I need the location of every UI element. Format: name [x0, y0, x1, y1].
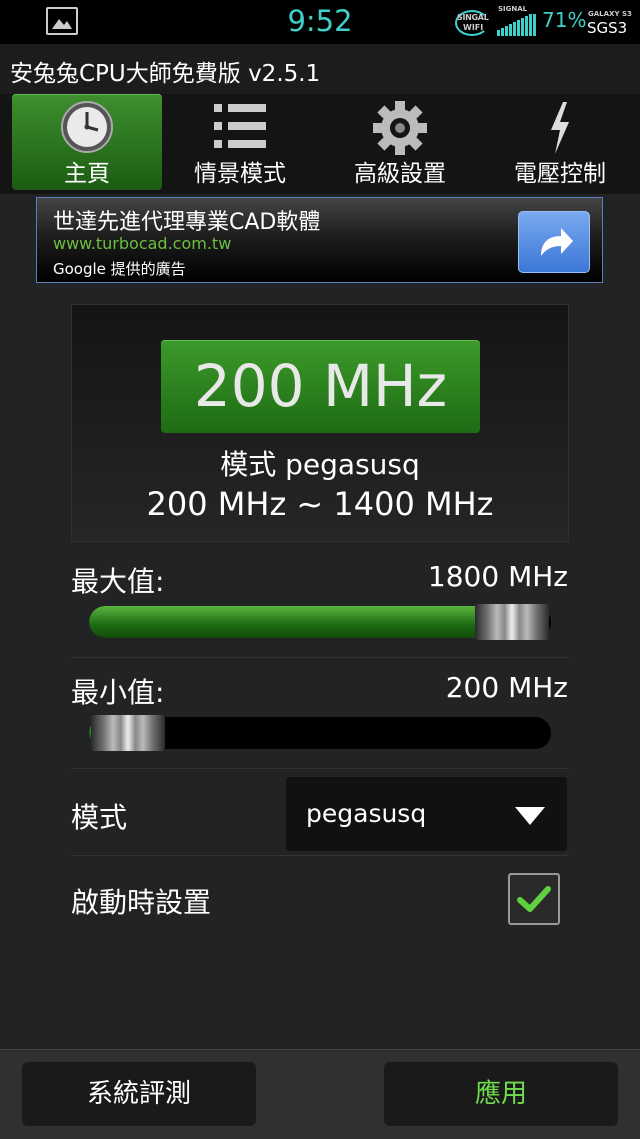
- set-on-boot-checkbox[interactable]: [508, 873, 560, 925]
- tab-label: 高級設置: [354, 161, 446, 187]
- tab-label: 電壓控制: [514, 161, 606, 187]
- benchmark-button[interactable]: 系統評測: [22, 1062, 256, 1126]
- list-icon: [212, 100, 268, 156]
- frequency-panel: 200 MHz 模式 pegasusq 200 MHz ~ 1400 MHz: [71, 304, 569, 542]
- governor-selected: pegasusq: [306, 799, 427, 828]
- app-title-bar: 安兔兔CPU大師免費版 v2.5.1: [0, 44, 640, 94]
- ad-banner[interactable]: 世達先進代理專業CAD軟體 www.turbocad.com.tw Google…: [36, 197, 603, 283]
- tab-label: 情景模式: [194, 161, 286, 187]
- lightning-icon: [545, 100, 575, 160]
- signal-strength-icon: [497, 14, 539, 36]
- battery-level: 71%: [542, 8, 587, 32]
- max-label: 最大值:: [71, 565, 165, 598]
- min-label: 最小值:: [71, 676, 165, 709]
- current-frequency-display: 200 MHz: [161, 340, 480, 433]
- ad-attribution: Google 提供的廣告: [53, 260, 186, 278]
- governor-label: 模式: [71, 801, 128, 834]
- min-value: 200 MHz: [445, 671, 568, 704]
- divider: [71, 657, 569, 658]
- status-bar: 9:52 SINGAL WIFI SIGNAL 71% GALAXY S3 SG…: [0, 0, 640, 44]
- governor-dropdown[interactable]: pegasusq: [286, 777, 567, 851]
- current-frequency: 200 MHz: [193, 352, 448, 420]
- share-arrow-icon: [519, 228, 589, 276]
- tab-bar: 主頁 情景模式 高級設置 電壓控制: [0, 94, 640, 194]
- divider: [71, 855, 569, 856]
- max-slider-thumb[interactable]: [475, 604, 549, 640]
- clock-icon: [60, 100, 114, 158]
- ad-headline: 世達先進代理專業CAD軟體: [53, 210, 321, 235]
- slider-fill: [89, 606, 512, 638]
- ad-url[interactable]: www.turbocad.com.tw: [53, 234, 231, 253]
- wifi-icon: SINGAL WIFI: [455, 10, 493, 37]
- device-brand: GALAXY S3: [588, 10, 632, 18]
- tab-home[interactable]: 主頁: [12, 94, 162, 190]
- apply-button[interactable]: 應用: [384, 1062, 618, 1126]
- tab-voltage[interactable]: 電壓控制: [485, 94, 635, 190]
- tab-label: 主頁: [64, 161, 110, 187]
- tab-advanced[interactable]: 高級設置: [325, 94, 475, 190]
- device-model: SGS3: [587, 19, 628, 37]
- set-on-boot-label: 啟動時設置: [71, 886, 212, 919]
- min-slider-thumb[interactable]: [91, 715, 165, 751]
- tab-profiles[interactable]: 情景模式: [165, 94, 315, 190]
- divider: [71, 768, 569, 769]
- max-value: 1800 MHz: [427, 560, 568, 593]
- gear-icon: [372, 100, 428, 160]
- app-title: 安兔兔CPU大師免費版 v2.5.1: [10, 61, 321, 87]
- bottom-bar: 系統評測 應用: [0, 1049, 640, 1139]
- ad-open-button[interactable]: [518, 211, 590, 273]
- chevron-down-icon: [514, 805, 546, 831]
- current-mode: 模式 pegasusq: [220, 448, 420, 481]
- check-icon: [510, 886, 558, 927]
- signal-label: SIGNAL: [498, 5, 528, 13]
- frequency-range: 200 MHz ~ 1400 MHz: [146, 485, 494, 523]
